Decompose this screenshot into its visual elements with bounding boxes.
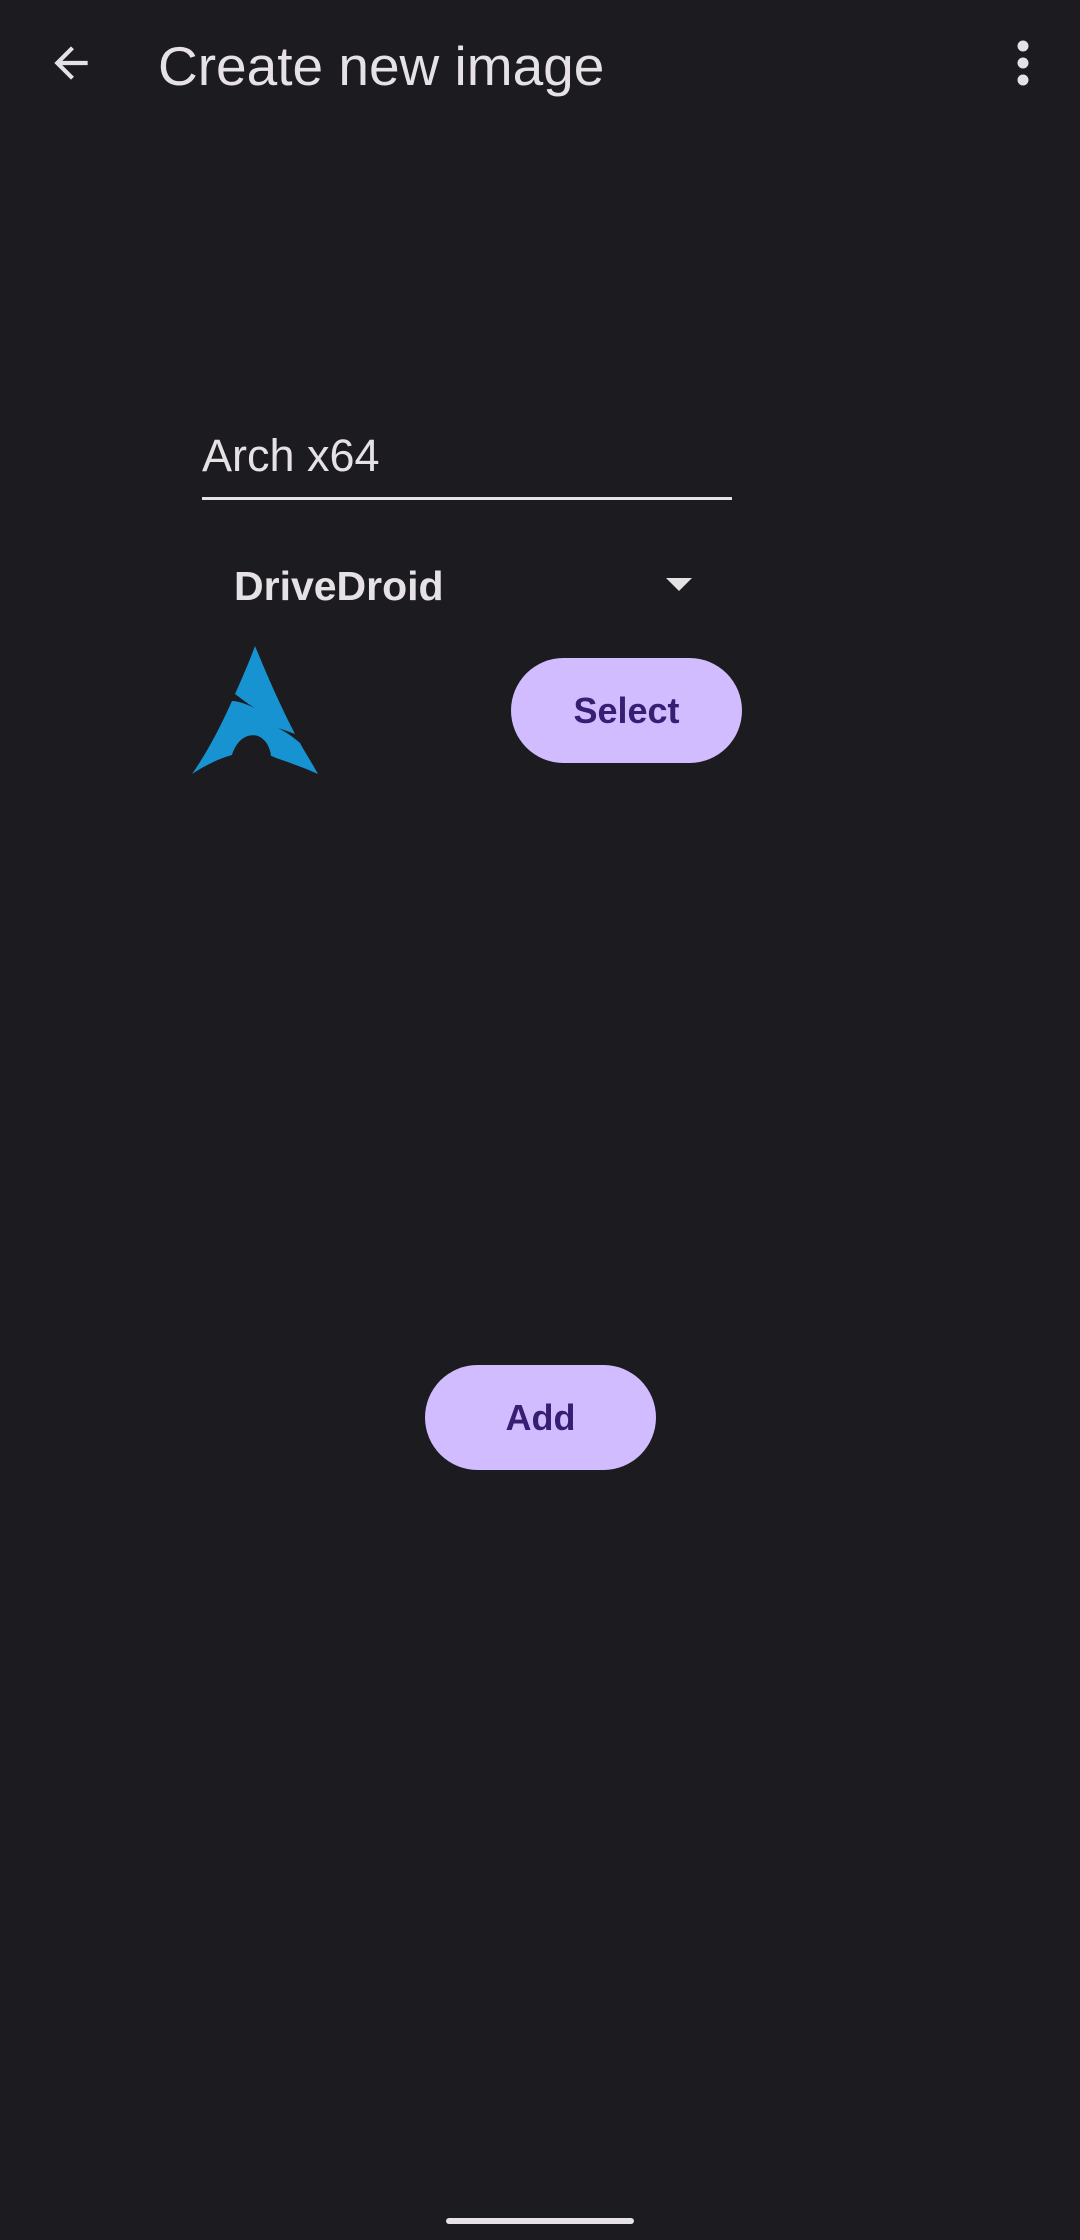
source-dropdown-value: DriveDroid	[234, 563, 444, 609]
back-button[interactable]	[26, 18, 116, 108]
add-button[interactable]: Add	[425, 1365, 656, 1470]
source-dropdown[interactable]: DriveDroid	[202, 548, 712, 624]
create-image-screen: Create new image DriveDroid Select Add	[0, 0, 1080, 2240]
gesture-nav-handle[interactable]	[446, 2218, 634, 2224]
more-vert-icon	[1017, 40, 1029, 86]
image-name-input[interactable]	[202, 426, 732, 486]
page-title: Create new image	[158, 35, 605, 97]
arch-linux-logo	[192, 646, 318, 774]
more-options-button[interactable]	[978, 18, 1068, 108]
dropdown-arrow-icon	[666, 578, 692, 591]
image-name-field[interactable]	[202, 412, 732, 500]
arrow-back-icon	[54, 46, 88, 80]
select-button[interactable]: Select	[511, 658, 742, 763]
top-app-bar: Create new image	[0, 0, 1080, 132]
